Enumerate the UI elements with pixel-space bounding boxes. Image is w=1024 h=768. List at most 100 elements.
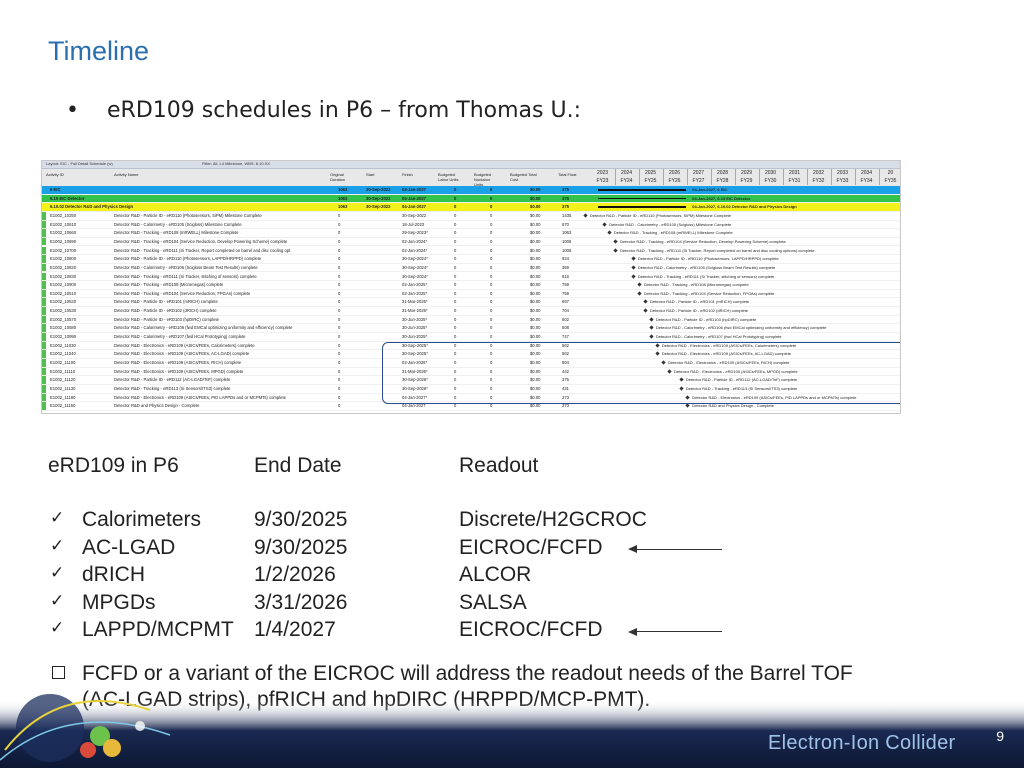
cell-finish: 30-Sep-2024*: [402, 256, 428, 262]
col-start: Start: [366, 172, 375, 177]
cell-finish: 02-Jan-2025*: [402, 290, 428, 296]
gantt-label: Detector R&D - Tracking - eRD108 (Microm…: [644, 282, 749, 288]
eic-logo: Electron-Ion Collider: [768, 732, 956, 754]
cell-nonlabor: 0: [490, 238, 493, 244]
table-header-item: eRD109 in P6: [48, 454, 179, 477]
cell-float: 747: [562, 334, 569, 340]
gantt-label: Detector R&D - Tracking - eRD111 (Si Tra…: [620, 247, 815, 253]
end-date: 1/2/2026: [254, 563, 336, 586]
cell-activity-name: Detector R&D - Electronics - eRD109 (ASI…: [114, 368, 244, 374]
gantt-label: Detector R&D - Tracking - eRD108 (mRWELL…: [613, 230, 733, 236]
gantt-fiscal-year-label: FY27: [686, 177, 712, 185]
schedule-layout-bar: Layout: EIC - Full Detail Schedule (w) F…: [42, 161, 900, 169]
gantt-milestone-diamond-icon: [649, 317, 654, 322]
gantt-year-label: 2031: [782, 169, 808, 177]
cell-duration: 1063: [338, 195, 348, 201]
cell-cost: $0.00: [530, 247, 541, 253]
gantt-fiscal-year-label: FY23: [590, 177, 616, 185]
cell-float: 704: [562, 308, 569, 314]
cell-nonlabor: 0: [490, 187, 493, 192]
checkmark-icon: ✓: [50, 590, 65, 611]
cell-labor: 0: [454, 187, 457, 192]
gantt-label: Detector R&D - Tracking - eRD104 (Servic…: [644, 290, 775, 296]
cell-duration: 0: [338, 342, 341, 348]
detector-name: dRICH: [82, 563, 146, 586]
cell-activity-id: E1002_10990: [50, 334, 77, 340]
schedule-row: E1002_10510 Detector R&D - Tracking - eRD…: [42, 289, 900, 299]
cell-activity-id: E1002_11110: [50, 368, 76, 374]
cell-cost: $0.00: [530, 334, 541, 340]
cell-activity-id: E1002_10690: [50, 238, 77, 244]
end-date: 3/31/2026: [254, 590, 348, 614]
cell-activity-name: Detector R&D - Particle ID - eRD102 (dRI…: [114, 308, 217, 314]
detector-name: AC-LGAD: [82, 535, 176, 559]
cell-cost: $0.00: [530, 299, 541, 305]
schedule-row: 6 EIC 1063 30-Sep-2022 04-Jan-2027 0 0 $0.00 37…: [42, 186, 900, 195]
cell-nonlabor: 0: [490, 299, 493, 305]
cell-cost: $0.00: [530, 212, 541, 218]
cell-nonlabor: 0: [490, 334, 493, 340]
schedule-header: Activity ID Activity Name Original Durat…: [42, 169, 900, 187]
arrow-head-icon: [628, 545, 637, 553]
gantt-milestone-diamond-icon: [583, 213, 588, 218]
col-finish: Finish: [402, 172, 413, 177]
cell-labor: 0: [454, 282, 457, 288]
gantt-milestone-diamond-icon: [637, 282, 642, 287]
cell-finish: 02-Jan-2024*: [402, 247, 428, 253]
row-level-strip: [42, 341, 46, 350]
row-level-strip: [42, 315, 46, 324]
cell-labor: 0: [454, 308, 457, 314]
cell-cost: $0.00: [530, 308, 541, 314]
cell-labor: 0: [454, 299, 457, 305]
gantt-milestone-diamond-icon: [637, 291, 642, 296]
gantt-year-label: 2032: [806, 169, 832, 177]
cell-activity-name: Detector R&D - Tracking - eRD111 (Si Tra…: [114, 273, 257, 279]
cell-cost: $0.00: [530, 316, 541, 322]
cell-cost: $0.00: [530, 264, 541, 270]
cell-activity-name: Detector R&D - Electronics - eRD109 (ASI…: [114, 394, 286, 400]
cell-activity-name: Detector R&D - Calorimetry - eRD106 (fwd…: [114, 325, 293, 331]
bullet-dot-icon: •: [66, 98, 79, 123]
cell-activity-id: E1002_10610: [50, 221, 77, 227]
row-level-strip: [42, 298, 46, 307]
cell-duration: 0: [338, 351, 341, 357]
bullet-text: eRD109 schedules in P6 – from Thomas U.:: [107, 98, 581, 123]
cell-activity-name: Detector R&D - Electronics - eRD109 (ASI…: [114, 360, 242, 365]
gantt-year-label: 2029: [734, 169, 760, 177]
row-level-strip: [42, 289, 46, 298]
cell-activity-id: E1002_11120: [50, 377, 76, 383]
cell-nonlabor: 0: [490, 308, 493, 314]
cell-duration: 0: [338, 230, 341, 236]
schedule-row: E1002_10250 Detector R&D - Particle ID - …: [42, 211, 900, 221]
cell-labor: 0: [454, 230, 457, 236]
end-date: 1/4/2027: [254, 618, 336, 641]
row-level-strip: [42, 281, 46, 289]
cell-finish: 04-Jan-2027: [402, 204, 426, 210]
cell-nonlabor: 0: [490, 273, 493, 279]
cell-labor: 0: [454, 204, 457, 210]
cell-finish: 30-Sep-2024*: [402, 264, 428, 270]
cell-activity-name: Detector R&D - Tracking - eRD113 (Si Sen…: [114, 385, 231, 391]
cell-duration: 0: [338, 316, 341, 322]
cell-float: 1006: [562, 238, 572, 244]
row-level-strip: [42, 263, 46, 272]
schedule-row: E1002_10520 Detector R&D - Particle ID - …: [42, 298, 900, 308]
row-level-strip: [42, 237, 46, 246]
row-level-strip: [42, 376, 46, 384]
gantt-year-label: 2025: [638, 169, 664, 177]
gantt-label: Detector R&D - Calorimetry - eRD106 (fwd…: [655, 325, 827, 331]
schedule-row: E1002_10570 Detector R&D - Particle ID - …: [42, 315, 900, 325]
cell-activity-id: E1002_10520: [50, 299, 77, 305]
col-float: Total Float: [558, 172, 577, 177]
cell-duration: 0: [338, 325, 341, 331]
cell-duration: 0: [338, 273, 341, 279]
gantt-label: Detector R&D - Particle ID - eRD110 (Pho…: [637, 256, 779, 262]
cell-duration: 0: [338, 238, 341, 244]
table-header-readout: Readout: [459, 454, 539, 477]
cell-finish: 30-Sep-2024*: [402, 273, 428, 279]
readout-asic: Discrete/H2GCROC: [459, 508, 647, 531]
cell-duration: 0: [338, 212, 341, 218]
cell-finish: 30-Jun-2025*: [402, 316, 428, 322]
gantt-fiscal-year-label: FY29: [734, 177, 760, 185]
cell-activity-id: E1002_10830: [50, 273, 77, 279]
